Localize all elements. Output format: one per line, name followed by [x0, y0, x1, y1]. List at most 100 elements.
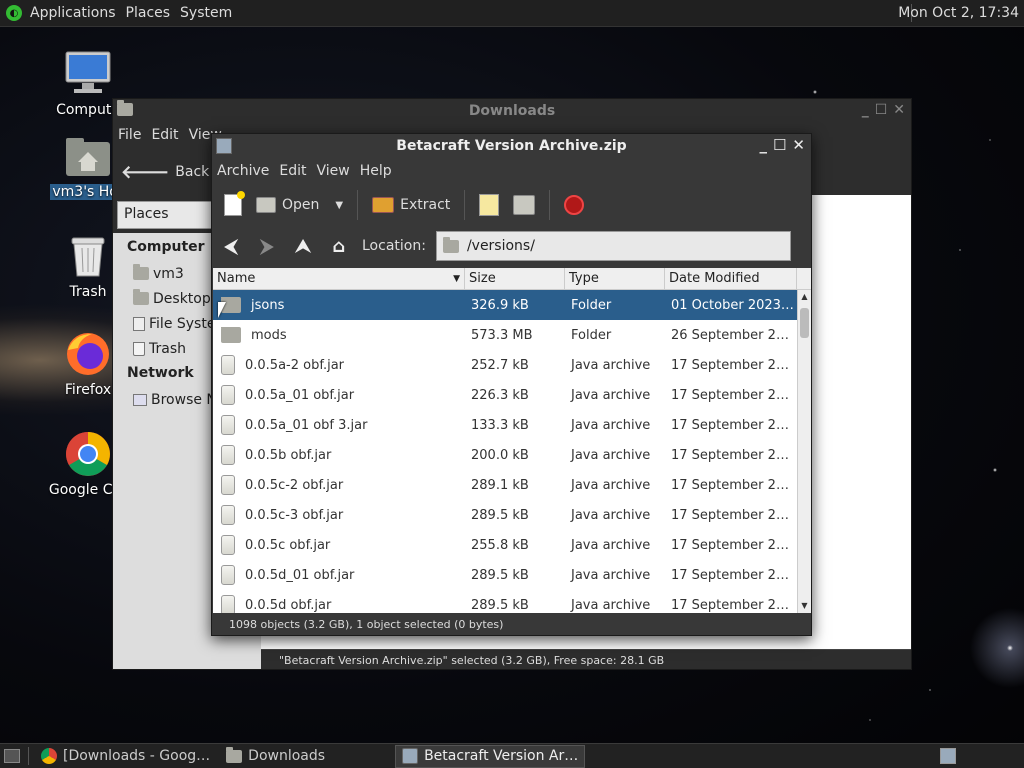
- back-label: Back: [175, 164, 210, 180]
- home-icon[interactable]: ⌂: [326, 233, 352, 259]
- chevron-down-icon[interactable]: ▼: [335, 200, 343, 211]
- table-row[interactable]: 0.0.5a_01 obf.jar 226.3 kB Java archive 17 …: [213, 380, 811, 410]
- table-row[interactable]: 0.0.5c obf.jar 255.8 kB Java archive 17 Sep…: [213, 530, 811, 560]
- mate-logo-icon[interactable]: ◐: [6, 5, 22, 21]
- close-icon[interactable]: ✕: [792, 136, 805, 154]
- cell-size: 255.8 kB: [471, 537, 529, 553]
- file-name: 0.0.5d obf.jar: [245, 597, 332, 613]
- forward-arrow-icon[interactable]: ⮞: [254, 233, 280, 259]
- menu-edit[interactable]: Edit: [279, 163, 306, 179]
- cell-date: 17 September 20…: [671, 447, 795, 463]
- show-desktop-icon[interactable]: [4, 749, 20, 763]
- vertical-scrollbar[interactable]: ▲ ▼: [797, 290, 811, 613]
- file-name: 0.0.5c-2 obf.jar: [245, 477, 344, 493]
- cell-name: 0.0.5c obf.jar: [213, 535, 465, 555]
- archive-window[interactable]: Betacraft Version Archive.zip _ ☐ ✕ Arch…: [211, 133, 812, 636]
- cell-type: Java archive: [571, 537, 651, 553]
- location-input[interactable]: /versions/: [435, 231, 791, 261]
- menu-view[interactable]: View: [317, 163, 350, 179]
- table-row[interactable]: 0.0.5c-3 obf.jar 289.5 kB Java archive 17 S…: [213, 500, 811, 530]
- taskbar-item-chrome[interactable]: [Downloads - Goog…: [35, 745, 216, 768]
- stop-button[interactable]: [560, 189, 588, 221]
- taskbar-item-label: Betacraft Version Ar…: [424, 748, 579, 764]
- places-menu[interactable]: Places: [126, 5, 171, 21]
- file-rows: jsons 326.9 kB Folder 01 October 2023, … mod…: [213, 290, 811, 613]
- minimize-icon[interactable]: _: [759, 136, 767, 154]
- column-header-date[interactable]: Date Modified: [665, 268, 797, 289]
- table-row[interactable]: 0.0.5d_01 obf.jar 289.5 kB Java archive 17 …: [213, 560, 811, 590]
- cell-size: 200.0 kB: [471, 447, 529, 463]
- column-header-size[interactable]: Size: [465, 268, 565, 289]
- add-files-icon: [479, 194, 500, 216]
- cell-type: Folder: [571, 297, 612, 313]
- column-header-type[interactable]: Type: [565, 268, 665, 289]
- taskbar-item-archive[interactable]: Betacraft Version Ar…: [395, 744, 586, 768]
- back-arrow-icon[interactable]: ⮜: [218, 233, 244, 259]
- table-row[interactable]: 0.0.5c-2 obf.jar 289.1 kB Java archive 17 S…: [213, 470, 811, 500]
- chrome-icon: [41, 748, 57, 764]
- cell-size: 573.3 MB: [471, 327, 533, 343]
- cell-name: 0.0.5c-3 obf.jar: [213, 505, 465, 525]
- open-label: Open: [282, 197, 320, 213]
- downloads-titlebar[interactable]: Downloads _ ☐ ✕: [113, 99, 911, 123]
- menu-edit[interactable]: Edit: [151, 127, 178, 143]
- add-folder-button[interactable]: [509, 189, 539, 221]
- column-header-name[interactable]: Name ▼: [213, 268, 465, 289]
- new-document-icon: [224, 191, 245, 216]
- archive-file-list[interactable]: Name ▼ Size Type Date Modified jsons 326.9…: [213, 268, 811, 613]
- location-label: Location:: [362, 238, 426, 254]
- jar-file-icon: [221, 535, 235, 555]
- table-row[interactable]: 0.0.5a_01 obf 3.jar 133.3 kB Java archive 1…: [213, 410, 811, 440]
- menu-help[interactable]: Help: [360, 163, 392, 179]
- table-row[interactable]: 0.0.5b obf.jar 200.0 kB Java archive 17 Sep…: [213, 440, 811, 470]
- cell-size: 252.7 kB: [471, 357, 529, 373]
- add-files-button[interactable]: [475, 189, 503, 221]
- archive-icon: [402, 748, 419, 764]
- up-arrow-icon[interactable]: ⮝: [290, 233, 316, 259]
- scrollbar-thumb[interactable]: [800, 308, 809, 338]
- taskbar-item-downloads[interactable]: Downloads: [220, 745, 331, 768]
- archive-titlebar[interactable]: Betacraft Version Archive.zip _ ☐ ✕: [212, 134, 811, 158]
- scroll-up-icon[interactable]: ▲: [798, 290, 811, 304]
- cell-name: 0.0.5d_01 obf.jar: [213, 565, 465, 585]
- open-button[interactable]: Open ▼: [252, 189, 347, 221]
- close-icon[interactable]: ✕: [893, 102, 905, 118]
- clock[interactable]: Mon Oct 2, 17:34: [898, 5, 1019, 21]
- column-header-label: Name: [217, 271, 256, 286]
- file-name: jsons: [251, 297, 285, 313]
- cell-size: 226.3 kB: [471, 387, 529, 403]
- places-dropdown[interactable]: Places: [117, 201, 217, 229]
- trash-icon: [133, 341, 145, 356]
- firefox-icon: [64, 330, 112, 378]
- file-name: 0.0.5a_01 obf.jar: [245, 387, 355, 403]
- cell-name: 0.0.5b obf.jar: [213, 445, 465, 465]
- home-folder-icon: [64, 132, 112, 180]
- maximize-icon[interactable]: ☐: [773, 136, 786, 154]
- workspace-switcher[interactable]: [940, 748, 956, 764]
- menu-file[interactable]: File: [118, 127, 141, 143]
- table-row[interactable]: 0.0.5d obf.jar 289.5 kB Java archive 17 Sep…: [213, 590, 811, 613]
- cell-type: Java archive: [571, 387, 651, 403]
- minimize-icon[interactable]: _: [862, 102, 869, 118]
- table-row[interactable]: mods 573.3 MB Folder 26 September 20…: [213, 320, 811, 350]
- system-menu[interactable]: System: [180, 5, 232, 21]
- cell-type: Java archive: [571, 447, 651, 463]
- archive-menubar: Archive Edit View Help: [212, 158, 811, 184]
- folder-icon: [442, 236, 459, 253]
- scroll-down-icon[interactable]: ▼: [798, 599, 811, 613]
- file-name: 0.0.5c-3 obf.jar: [245, 507, 344, 523]
- toolbar-separator: [357, 190, 359, 220]
- new-archive-button[interactable]: [220, 189, 246, 221]
- maximize-icon[interactable]: ☐: [875, 102, 888, 118]
- table-row[interactable]: jsons 326.9 kB Folder 01 October 2023, …: [213, 290, 811, 320]
- bottom-panel: [Downloads - Goog… Downloads Betacraft V…: [0, 743, 1024, 768]
- table-row[interactable]: 0.0.5a-2 obf.jar 252.7 kB Java archive 17 S…: [213, 350, 811, 380]
- taskbar-item-label: Downloads: [248, 748, 326, 764]
- applications-menu[interactable]: Applications: [30, 5, 116, 21]
- jar-file-icon: [221, 565, 235, 585]
- sidebar-item-label: vm3: [153, 265, 184, 282]
- cell-date: 17 September 20…: [671, 357, 795, 373]
- menu-archive[interactable]: Archive: [217, 163, 269, 179]
- stop-icon: [564, 195, 585, 215]
- extract-button[interactable]: Extract: [368, 189, 454, 221]
